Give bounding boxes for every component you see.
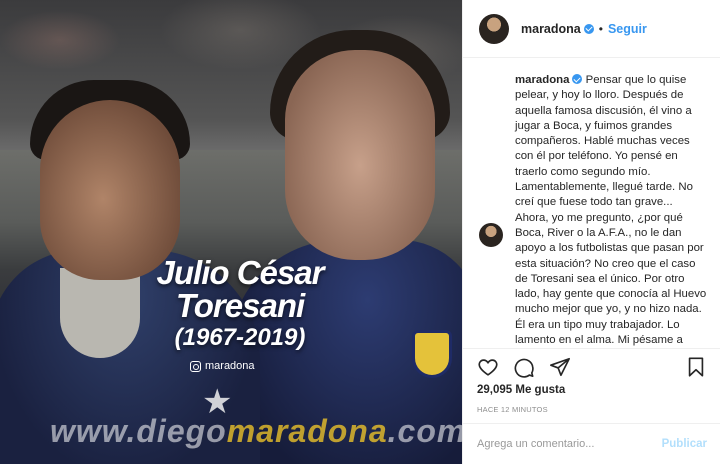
post-side-panel: maradona • Seguir maradona Pensar que lo…: [462, 0, 720, 464]
player-left-undershirt: [60, 268, 140, 358]
action-bar: [463, 348, 720, 384]
watermark-part-a: www.diego: [50, 413, 227, 449]
post-image[interactable]: Julio César Toresani (1967-2019) maradon…: [0, 0, 462, 464]
heart-icon[interactable]: [477, 356, 499, 378]
bookmark-icon[interactable]: [685, 356, 707, 378]
header-username[interactable]: maradona: [521, 22, 594, 36]
caption-row: maradona Pensar que lo quise pelear, y h…: [479, 73, 707, 348]
caption-text: Pensar que lo quise pelear, y hoy lo llo…: [515, 74, 707, 347]
instagram-icon: [190, 360, 201, 372]
caption-avatar[interactable]: [479, 223, 503, 247]
image-title-line1: Julio César: [156, 254, 325, 291]
comment-box: Publicar: [463, 423, 720, 464]
post-timestamp[interactable]: Hace 12 minutos: [477, 405, 548, 414]
publish-button[interactable]: Publicar: [662, 438, 707, 450]
comment-icon[interactable]: [513, 356, 535, 378]
image-title-years: (1967-2019): [174, 324, 306, 351]
image-ig-handle-text: maradona: [205, 360, 255, 372]
verified-badge-icon: [583, 23, 594, 34]
avatar[interactable]: [479, 13, 509, 44]
caption-username[interactable]: maradona: [515, 74, 583, 86]
header-username-text[interactable]: maradona: [521, 22, 581, 36]
player-left-face: [40, 100, 180, 280]
verified-badge-icon: [572, 74, 583, 84]
boca-crest: [412, 330, 452, 378]
image-watermark: www.diegomaradona.com: [50, 413, 462, 450]
header-separator: •: [598, 21, 603, 36]
watermark-part-c: .com: [387, 413, 462, 449]
caption: maradona Pensar que lo quise pelear, y h…: [507, 73, 707, 348]
comments-section[interactable]: maradona Pensar que lo quise pelear, y h…: [463, 58, 720, 348]
player-right-face: [285, 50, 435, 260]
image-title-overlay: Julio César Toresani (1967-2019): [130, 256, 350, 350]
image-ig-handle: maradona: [190, 360, 255, 372]
caption-username-text[interactable]: maradona: [515, 74, 569, 86]
comment-input[interactable]: [477, 438, 662, 450]
share-icon[interactable]: [549, 356, 571, 378]
post-header: maradona • Seguir: [463, 0, 720, 58]
watermark-part-b: maradona: [226, 413, 388, 449]
caption-avatar-wrap: [479, 73, 507, 247]
follow-button[interactable]: Seguir: [608, 22, 647, 36]
image-title-line2: Toresani: [175, 287, 305, 324]
likes-count[interactable]: 29,095 Me gusta: [477, 384, 565, 396]
